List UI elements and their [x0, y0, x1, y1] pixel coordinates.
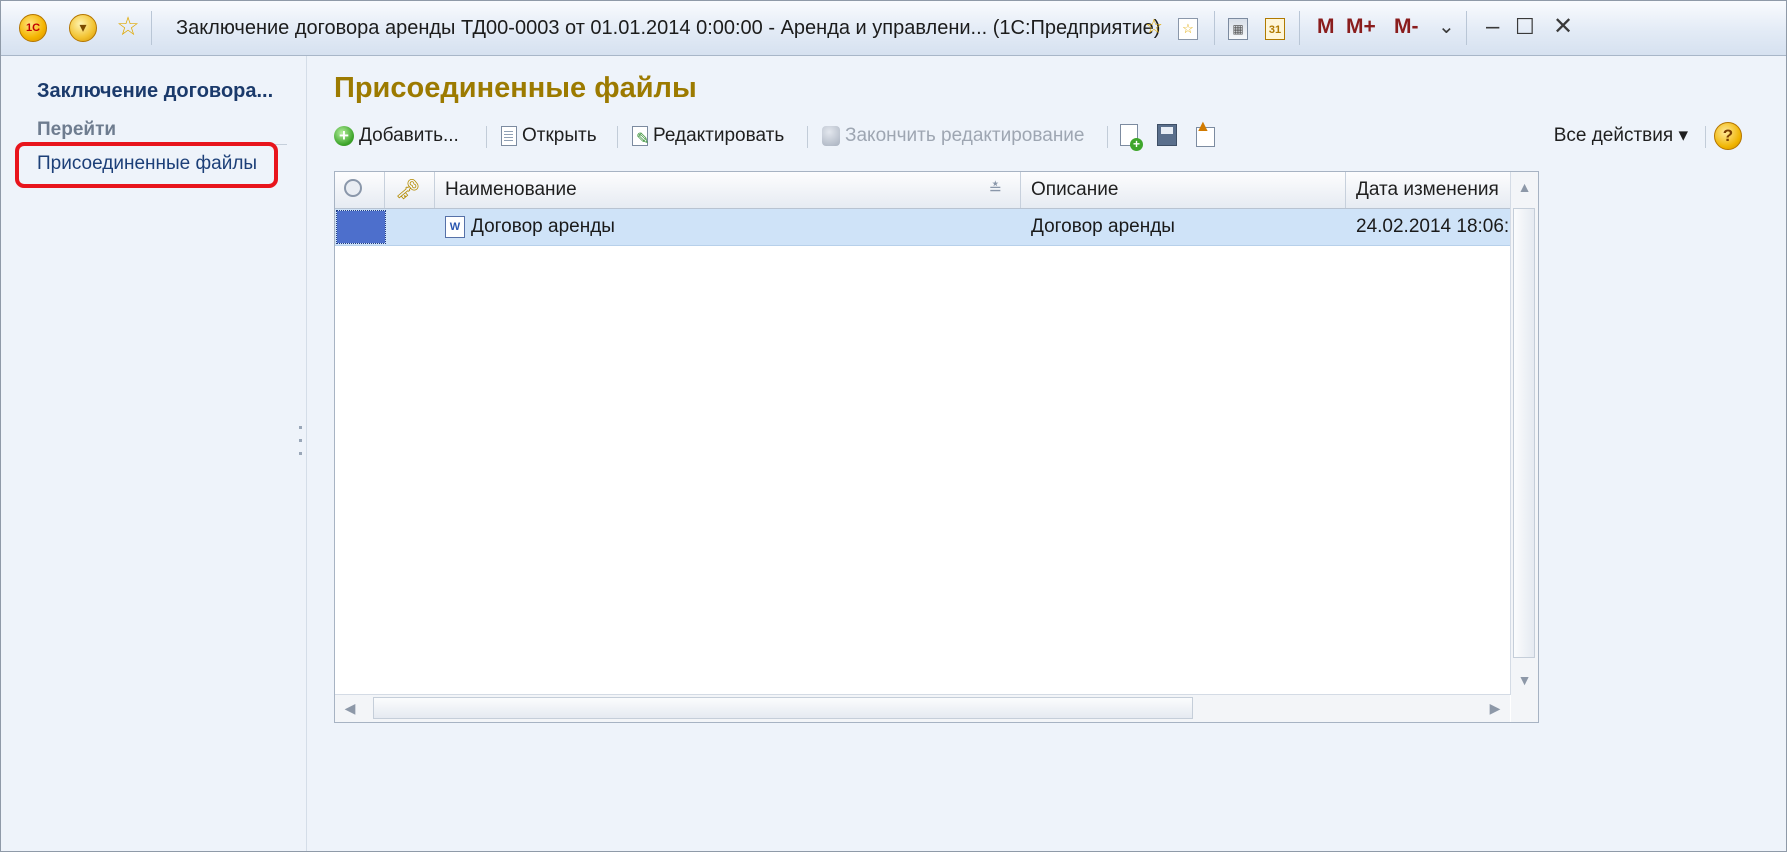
command-bar: + Добавить... Открыть Редактировать Зако… — [334, 118, 1766, 155]
row-description-cell[interactable]: Договор аренды — [1021, 209, 1346, 245]
status-icon — [344, 179, 362, 197]
open-button-label: Открыть — [522, 125, 597, 146]
separator — [486, 126, 487, 148]
finish-edit-button[interactable]: Закончить редактирование — [822, 121, 1085, 151]
separator — [807, 126, 808, 148]
separator — [1107, 126, 1108, 148]
add-button[interactable]: + Добавить... — [334, 121, 459, 151]
main-menu-button[interactable]: ▾ — [69, 14, 97, 42]
navigation-panel: Заключение договора... Перейти Присоедин… — [1, 56, 306, 851]
app-window: 1С ▾ ☆ Заключение договора аренды ТД00-0… — [0, 0, 1787, 852]
panel-divider — [306, 56, 307, 851]
separator — [1214, 11, 1215, 45]
scroll-down-icon[interactable]: ▼ — [1511, 665, 1538, 695]
column-lock[interactable]: 🗝 — [385, 172, 435, 208]
all-actions-menu[interactable]: Все действия ▾ — [1554, 121, 1688, 151]
memory-m-button[interactable]: M — [1317, 15, 1335, 39]
row-description: Договор аренды — [1031, 216, 1175, 237]
column-modified-label: Дата изменения — [1356, 179, 1499, 200]
horizontal-scroll-thumb[interactable] — [373, 697, 1193, 719]
calendar-icon[interactable]: 31 — [1263, 15, 1287, 40]
1c-logo-icon[interactable]: 1С — [19, 14, 47, 42]
add-icon: + — [334, 126, 354, 146]
column-description-label: Описание — [1031, 179, 1119, 200]
column-status[interactable] — [335, 172, 385, 208]
row-name-cell[interactable]: W Договор аренды — [435, 209, 1021, 245]
files-table: 🗝 Наименование ≛ Описание Дата изменения… — [334, 171, 1539, 723]
column-name-label: Наименование — [445, 179, 577, 200]
help-icon[interactable]: ? — [1714, 122, 1742, 150]
finish-edit-icon — [822, 126, 840, 146]
page-title: Присоединенные файлы — [334, 72, 697, 104]
divider — [37, 144, 287, 145]
word-document-icon: W — [445, 215, 465, 238]
column-description[interactable]: Описание — [1021, 172, 1346, 208]
row-selection-cell[interactable] — [336, 210, 386, 244]
title-bar: 1С ▾ ☆ Заключение договора аренды ТД00-0… — [1, 1, 1786, 56]
key-icon: 🗝 — [395, 179, 421, 201]
nav-title[interactable]: Заключение договора... — [37, 80, 273, 103]
column-modified[interactable]: Дата изменения — [1346, 172, 1510, 208]
favorites-add-icon[interactable]: ☆ — [1141, 15, 1167, 39]
edit-button[interactable]: Редактировать — [632, 121, 785, 155]
memory-minus-button[interactable]: M- — [1394, 15, 1419, 39]
star-icon[interactable]: ☆ — [113, 13, 143, 40]
separator — [1466, 11, 1467, 45]
memory-plus-button[interactable]: M+ — [1346, 15, 1376, 39]
row-modified-cell[interactable]: 24.02.2014 18:06:0 — [1346, 209, 1510, 245]
column-name[interactable]: Наименование ≛ — [435, 172, 1021, 208]
scroll-left-icon[interactable]: ◀ — [335, 695, 365, 722]
add-button-label: Добавить... — [359, 125, 459, 146]
finish-edit-button-label: Закончить редактирование — [845, 125, 1085, 146]
window-title: Заключение договора аренды ТД00-0003 от … — [176, 17, 1161, 39]
upload-icon[interactable] — [1195, 118, 1215, 147]
window-menu-icon[interactable]: ⌄ — [1438, 13, 1455, 41]
table-row[interactable]: W Договор аренды Договор аренды 24.02.201… — [335, 209, 1510, 246]
table-header: 🗝 Наименование ≛ Описание Дата изменения — [335, 172, 1510, 209]
edit-button-label: Редактировать — [653, 125, 785, 146]
open-button[interactable]: Открыть — [501, 121, 597, 151]
separator — [617, 126, 618, 148]
separator — [1299, 11, 1300, 45]
nav-item-attached-files[interactable]: Присоединенные файлы — [37, 153, 257, 175]
minimize-icon[interactable]: – — [1486, 13, 1499, 41]
maximize-icon[interactable]: ☐ — [1515, 13, 1535, 41]
scroll-right-icon[interactable]: ▶ — [1480, 695, 1510, 722]
nav-section-goto: Перейти — [37, 119, 117, 140]
scroll-up-icon[interactable]: ▲ — [1511, 172, 1538, 202]
document-icon — [501, 126, 517, 146]
scrollbar-corner — [1511, 695, 1538, 722]
copy-file-icon[interactable] — [1120, 124, 1143, 151]
row-modified: 24.02.2014 18:06:0 — [1356, 216, 1510, 237]
close-icon[interactable]: ✕ — [1553, 13, 1573, 41]
calculator-icon[interactable]: ▦ — [1226, 15, 1250, 40]
sort-icon: ≛ — [988, 181, 1002, 198]
panel-splitter-handle[interactable] — [299, 426, 305, 465]
vertical-scrollbar[interactable]: ▲ ▼ — [1510, 172, 1538, 695]
favorites-icon[interactable]: ☆ — [1176, 15, 1200, 40]
save-icon[interactable] — [1157, 124, 1177, 146]
separator — [151, 11, 152, 45]
edit-icon — [632, 125, 649, 155]
horizontal-scrollbar[interactable]: ◀ ▶ — [335, 694, 1510, 722]
row-name: Договор аренды — [471, 216, 615, 237]
vertical-scroll-thumb[interactable] — [1513, 208, 1535, 658]
separator — [1705, 126, 1706, 148]
